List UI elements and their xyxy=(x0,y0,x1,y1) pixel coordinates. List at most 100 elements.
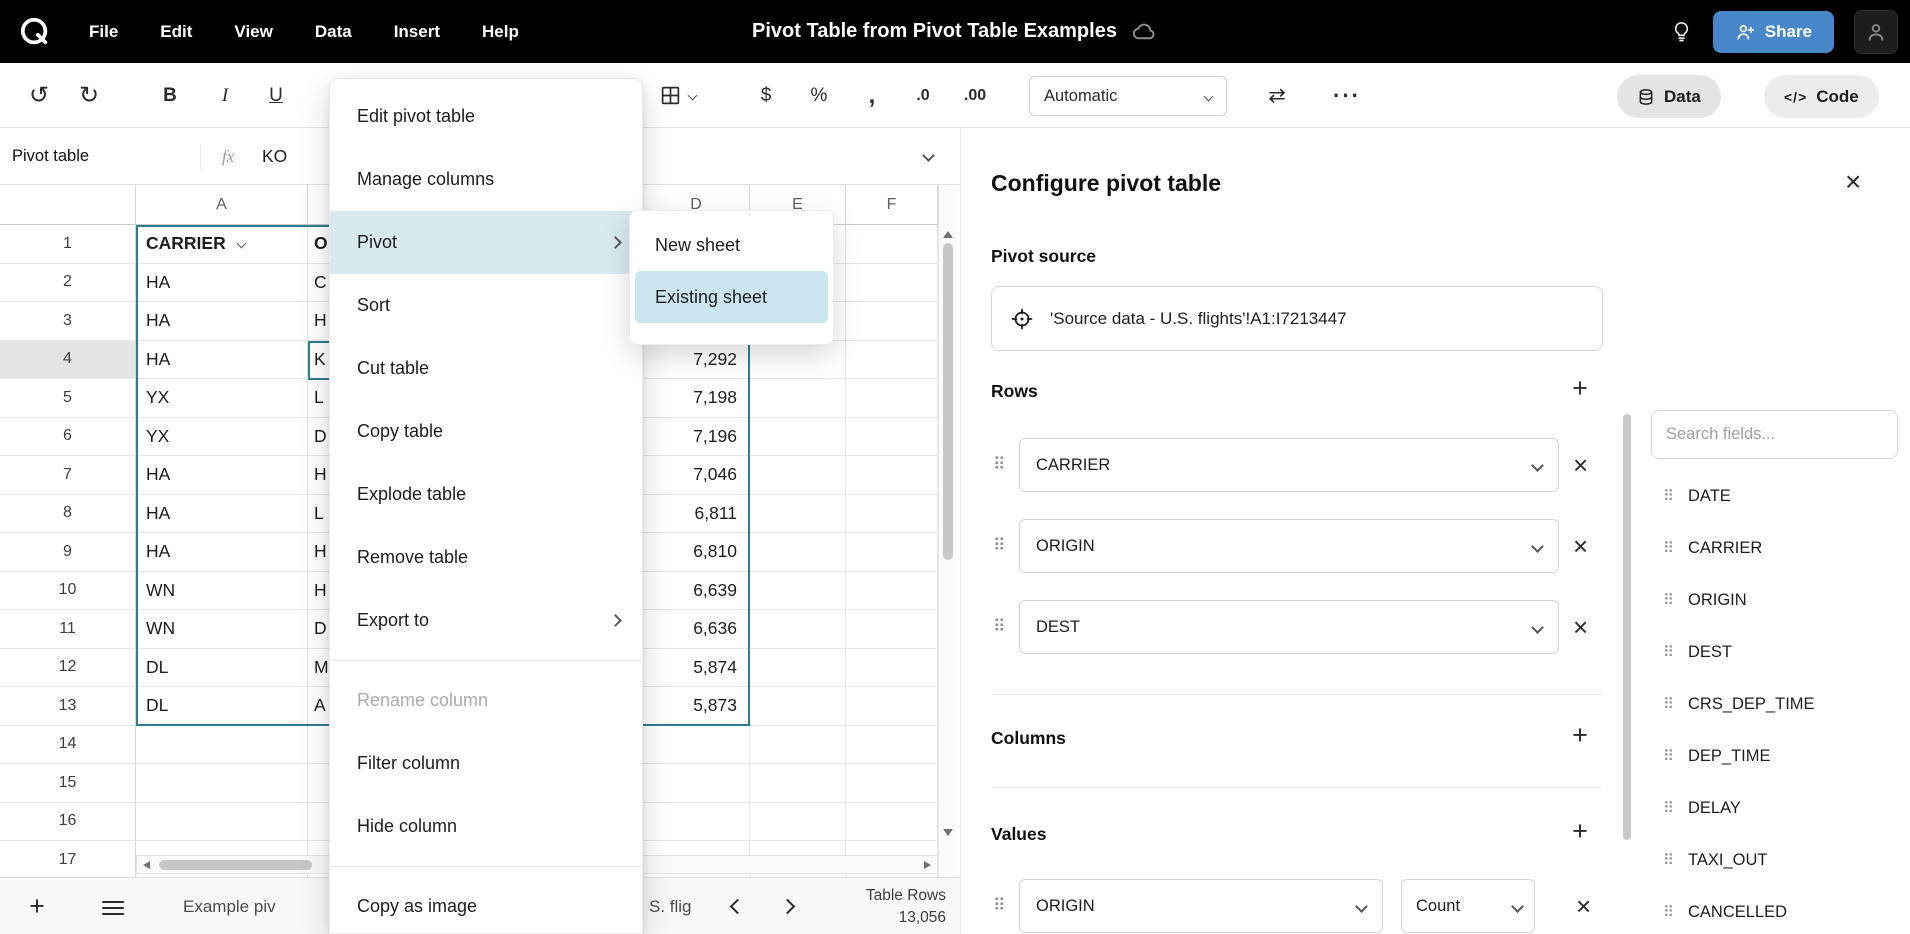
cell-E16[interactable] xyxy=(750,803,846,842)
cell-E11[interactable] xyxy=(750,610,846,649)
borders-button[interactable] xyxy=(645,63,711,128)
cell-E5[interactable] xyxy=(750,379,846,418)
cell-F11[interactable] xyxy=(846,610,938,649)
submenu-item-new-sheet[interactable]: New sheet xyxy=(635,219,828,271)
cell-F13[interactable] xyxy=(846,687,938,726)
select-all-corner[interactable] xyxy=(0,185,136,225)
cell-A4[interactable]: HA xyxy=(136,341,308,380)
menu-item-sort[interactable]: Sort xyxy=(330,274,642,337)
cell-D7[interactable]: 7,046 xyxy=(643,456,750,495)
remove-field-button[interactable]: × xyxy=(1573,531,1588,562)
cell-F6[interactable] xyxy=(846,418,938,457)
menubar-item-edit[interactable]: Edit xyxy=(139,0,213,63)
cell-A7[interactable]: HA xyxy=(136,456,308,495)
cell-E12[interactable] xyxy=(750,649,846,688)
row-header-16[interactable]: 16 xyxy=(0,803,136,842)
cell-E4[interactable] xyxy=(750,341,846,380)
cell-A8[interactable]: HA xyxy=(136,495,308,534)
menu-item-export-to[interactable]: Export to xyxy=(330,589,642,652)
menu-item-explode-table[interactable]: Explode table xyxy=(330,463,642,526)
next-sheet-icon[interactable] xyxy=(780,899,796,915)
cell-D16[interactable] xyxy=(643,803,750,842)
cell-F5[interactable] xyxy=(846,379,938,418)
scroll-right-icon[interactable] xyxy=(924,861,931,869)
underline-button[interactable]: U xyxy=(256,63,296,128)
menubar-item-file[interactable]: File xyxy=(68,0,139,63)
cell-E9[interactable] xyxy=(750,533,846,572)
field-item-taxi-out[interactable]: ⠿TAXI_OUT xyxy=(1651,834,1906,886)
row-header-7[interactable]: 7 xyxy=(0,456,136,495)
cell-A6[interactable]: YX xyxy=(136,418,308,457)
menu-item-pivot[interactable]: Pivot xyxy=(330,211,642,274)
menubar-item-data[interactable]: Data xyxy=(294,0,373,63)
field-item-delay[interactable]: ⠿DELAY xyxy=(1651,782,1906,834)
menu-item-manage-columns[interactable]: Manage columns xyxy=(330,148,642,211)
drag-handle-icon[interactable]: ⠿ xyxy=(993,896,1019,916)
row-header-5[interactable]: 5 xyxy=(0,379,136,418)
cell-A9[interactable]: HA xyxy=(136,533,308,572)
drag-handle-icon[interactable]: ⠿ xyxy=(1663,591,1674,609)
cell-F12[interactable] xyxy=(846,649,938,688)
menubar-item-view[interactable]: View xyxy=(213,0,293,63)
italic-button[interactable]: I xyxy=(205,63,245,128)
previous-sheet-icon[interactable] xyxy=(730,899,746,915)
field-item-origin[interactable]: ⠿ORIGIN xyxy=(1651,574,1906,626)
drag-handle-icon[interactable]: ⠿ xyxy=(1663,487,1674,505)
account-button[interactable] xyxy=(1854,10,1898,54)
menu-item-edit-pivot-table[interactable]: Edit pivot table xyxy=(330,85,642,148)
scroll-left-icon[interactable] xyxy=(143,861,150,869)
row-header-1[interactable]: 1 xyxy=(0,225,136,264)
menu-item-cut-table[interactable]: Cut table xyxy=(330,337,642,400)
cell-D9[interactable]: 6,810 xyxy=(643,533,750,572)
drag-handle-icon[interactable]: ⠿ xyxy=(1663,903,1674,921)
search-fields-input[interactable] xyxy=(1651,410,1898,459)
data-toggle-button[interactable]: Data xyxy=(1617,75,1721,118)
theme-toggle-icon[interactable] xyxy=(1670,20,1693,43)
scroll-down-icon[interactable] xyxy=(943,829,953,836)
field-item-crs-dep-time[interactable]: ⠿CRS_DEP_TIME xyxy=(1651,678,1906,730)
formula-input[interactable]: KO xyxy=(262,128,287,185)
cell-D13[interactable]: 5,873 xyxy=(643,687,750,726)
row-header-15[interactable]: 15 xyxy=(0,764,136,803)
add-sheet-button[interactable]: + xyxy=(22,878,52,934)
menubar-item-insert[interactable]: Insert xyxy=(373,0,461,63)
cell-D15[interactable] xyxy=(643,764,750,803)
undo-icon[interactable]: ↺ xyxy=(22,63,56,128)
drag-handle-icon[interactable]: ⠿ xyxy=(993,617,1019,637)
cell-E6[interactable] xyxy=(750,418,846,457)
row-header-13[interactable]: 13 xyxy=(0,687,136,726)
row-header-10[interactable]: 10 xyxy=(0,572,136,611)
drag-handle-icon[interactable]: ⠿ xyxy=(1663,799,1674,817)
field-item-carrier[interactable]: ⠿CARRIER xyxy=(1651,522,1906,574)
row-header-9[interactable]: 9 xyxy=(0,533,136,572)
menubar-item-help[interactable]: Help xyxy=(461,0,540,63)
increase-decimals-button[interactable]: .00 xyxy=(952,63,998,128)
cell-D14[interactable] xyxy=(643,726,750,765)
cell-A3[interactable]: HA xyxy=(136,302,308,341)
row-header-2[interactable]: 2 xyxy=(0,264,136,303)
cell-F4[interactable] xyxy=(846,341,938,380)
cell-A12[interactable]: DL xyxy=(136,649,308,688)
cell-E10[interactable] xyxy=(750,572,846,611)
horizontal-scroll-thumb[interactable] xyxy=(159,860,312,870)
row-header-17[interactable]: 17 xyxy=(0,841,136,877)
cell-E7[interactable] xyxy=(750,456,846,495)
vertical-scroll-thumb[interactable] xyxy=(943,243,953,560)
crosshair-icon[interactable] xyxy=(1010,307,1034,331)
row-header-12[interactable]: 12 xyxy=(0,649,136,688)
drag-handle-icon[interactable]: ⠿ xyxy=(1663,695,1674,713)
cell-F16[interactable] xyxy=(846,803,938,842)
row-header-14[interactable]: 14 xyxy=(0,726,136,765)
column-header-a[interactable]: A xyxy=(136,185,308,225)
cell-F3[interactable] xyxy=(846,302,938,341)
submenu-item-existing-sheet[interactable]: Existing sheet xyxy=(635,271,828,323)
menu-item-remove-table[interactable]: Remove table xyxy=(330,526,642,589)
bold-button[interactable]: B xyxy=(150,63,190,128)
cell-F10[interactable] xyxy=(846,572,938,611)
cell-F15[interactable] xyxy=(846,764,938,803)
cell-D5[interactable]: 7,198 xyxy=(643,379,750,418)
sheet-tab-example-pivot[interactable]: Example piv xyxy=(183,878,276,934)
field-item-date[interactable]: ⠿DATE xyxy=(1651,470,1906,522)
remove-value-field-button[interactable]: × xyxy=(1576,891,1591,922)
row-header-11[interactable]: 11 xyxy=(0,610,136,649)
